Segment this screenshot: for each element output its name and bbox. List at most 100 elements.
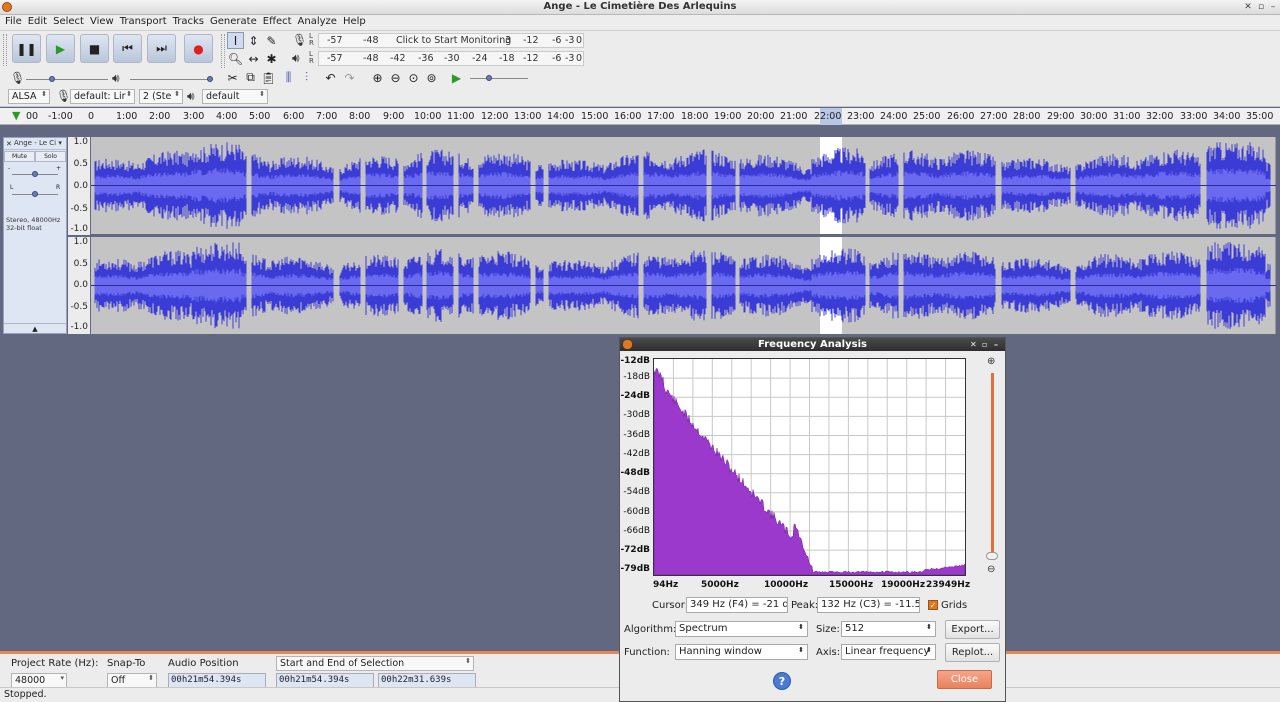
dialog-close-icon[interactable]: ✕ [970, 338, 977, 351]
zoom-in-icon[interactable]: ⊕ [369, 69, 386, 86]
gain-slider-knob[interactable] [32, 171, 38, 177]
undo-icon[interactable]: ↶ [322, 69, 339, 86]
toolbar-grip[interactable] [3, 34, 7, 66]
timeline-ruler[interactable]: ▼ 00 -1:00 0 1:00 2:00 3:00 4:00 5:00 6:00 7:00 8:… [0, 108, 1280, 125]
help-button[interactable]: ? [773, 672, 791, 690]
vertical-zoom-knob[interactable] [986, 552, 998, 560]
waveform-channel-right[interactable] [90, 237, 1276, 334]
timeshift-tool-icon[interactable]: ↔ [245, 50, 262, 67]
draw-tool-icon[interactable]: ✎ [263, 32, 280, 49]
menu-help[interactable]: Help [341, 15, 370, 30]
cut-icon[interactable]: ✂ [224, 69, 241, 86]
selection-end-time[interactable]: 00h22m31.639s [378, 673, 476, 688]
menu-view[interactable]: View [88, 15, 118, 30]
stop-button[interactable]: ■ [80, 34, 109, 63]
waveform-channel-left[interactable] [90, 137, 1276, 234]
menu-select[interactable]: Select [51, 15, 88, 30]
ruler-tick-label: 31:00 [1113, 111, 1141, 122]
play-button[interactable]: ▶ [46, 34, 75, 63]
fit-project-icon[interactable]: ⊚ [423, 69, 440, 86]
dialog-minimize-icon[interactable]: – [994, 338, 998, 351]
play-at-speed-icon[interactable]: ▶ [448, 69, 465, 86]
menu-analyze[interactable]: Analyze [296, 15, 341, 30]
ruler-tick-label: 10:00 [414, 111, 442, 122]
channels-select[interactable]: 2 (Ste ⬍ [139, 89, 183, 104]
fit-selection-icon[interactable]: ⊙ [405, 69, 422, 86]
peak-field[interactable]: 132 Hz (C3) = -11.5 dB [817, 597, 920, 613]
solo-button[interactable]: Solo [35, 151, 66, 162]
playback-device-select[interactable]: default ⬍ [202, 89, 268, 104]
silence-audio-icon[interactable]: ⫶ [298, 69, 315, 86]
zoom-out-icon[interactable]: ⊖ [987, 564, 995, 575]
menu-edit[interactable]: Edit [26, 15, 51, 30]
audio-position-time[interactable]: 00h21m54.394s [168, 673, 266, 688]
pan-left-label: L [10, 184, 14, 191]
playhead-pin-icon[interactable]: ▼ [12, 109, 20, 122]
playback-meter[interactable]: -57 -48 -42 -36 -30 -24 -18 -12 -6 -3 0 [318, 51, 584, 66]
selection-tool-icon[interactable]: I [227, 32, 244, 49]
axis-select[interactable]: Linear frequency ⬍ [841, 644, 936, 660]
record-meter-mic-icon[interactable]: 🎙︎ [292, 33, 307, 47]
record-volume-knob[interactable] [49, 76, 55, 82]
mute-button[interactable]: Mute [4, 151, 35, 162]
spectrum-y-label: -72dB [620, 545, 650, 555]
size-select[interactable]: 512 ⬍ [841, 621, 936, 637]
track-name-menu[interactable]: Ange - Le Ci ▾ [4, 139, 66, 150]
function-select[interactable]: Hanning window ⬍ [675, 644, 808, 660]
record-volume-slider[interactable] [26, 79, 108, 80]
menu-effect[interactable]: Effect [261, 15, 296, 30]
grids-checkbox[interactable]: ✓ [928, 600, 938, 610]
skip-to-start-button[interactable]: ⏮ [113, 34, 142, 63]
recording-device-mic-icon: 🎙︎ [56, 89, 72, 103]
zoom-out-icon[interactable]: ⊖ [387, 69, 404, 86]
pan-slider-knob[interactable] [32, 191, 38, 197]
skip-to-end-button[interactable]: ⏭ [147, 34, 176, 63]
playback-volume-knob[interactable] [207, 76, 213, 82]
export-button[interactable]: Export... [945, 620, 1000, 639]
project-rate-value: 48000 [15, 675, 46, 686]
multi-tool-icon[interactable]: ✱ [263, 50, 280, 67]
project-rate-select[interactable]: 48000 ▾ [11, 673, 67, 688]
ruler-tick-label: 6:00 [283, 111, 305, 122]
play-at-speed-knob[interactable] [486, 75, 492, 81]
copy-icon[interactable]: ⧉ [242, 69, 259, 86]
menu-transport[interactable]: Transport [118, 15, 171, 30]
record-button[interactable]: ● [184, 34, 213, 63]
envelope-tool-icon[interactable]: ⇕ [245, 32, 262, 49]
algorithm-select[interactable]: Spectrum ⬍ [675, 621, 808, 637]
maximize-window-icon[interactable]: ▫ [1255, 1, 1267, 13]
tools-grip[interactable] [221, 34, 225, 68]
selection-start-time[interactable]: 00h21m54.394s [276, 673, 374, 688]
replot-button[interactable]: Replot... [945, 643, 1000, 662]
paste-icon[interactable]: 📋︎ [260, 69, 277, 86]
minimize-window-icon[interactable]: – [1267, 1, 1279, 13]
menu-file[interactable]: File [3, 15, 26, 30]
play-at-speed-slider[interactable] [470, 78, 528, 79]
rec-tick: -48 [363, 35, 379, 46]
menu-generate[interactable]: Generate [208, 15, 261, 30]
vertical-zoom-slider[interactable] [991, 373, 994, 558]
zoom-tool-icon[interactable]: 🔍︎ [227, 50, 244, 67]
snap-to-select[interactable]: Off ⬍ [107, 673, 157, 688]
playback-volume-slider[interactable] [130, 79, 212, 80]
ruler-tick-label: 17:00 [647, 111, 675, 122]
close-button[interactable]: Close [937, 670, 992, 689]
audio-host-select[interactable]: ALSA ⬍ [8, 89, 50, 104]
selection-mode-select[interactable]: Start and End of Selection ⬍ [276, 656, 474, 671]
recording-device-select[interactable]: default: Lir ⬍ [70, 89, 135, 104]
spectrum-plot[interactable] [653, 358, 966, 576]
zoom-in-icon[interactable]: ⊕ [987, 356, 995, 367]
pause-button[interactable]: ❚❚ [12, 34, 41, 63]
redo-icon[interactable]: ↷ [341, 69, 358, 86]
record-meter[interactable]: -57 -48 Click to Start Monitoring 3 -12 … [318, 33, 584, 48]
dialog-maximize-icon[interactable]: ▫ [982, 338, 987, 351]
play-meter-speaker-icon[interactable]: 🔊︎ [292, 51, 300, 66]
click-to-monitor-text[interactable]: Click to Start Monitoring [396, 35, 511, 46]
vertical-scale-ch1[interactable]: 1.0 0.5 0.0 -0.5 -1.0 [68, 137, 90, 235]
close-window-icon[interactable]: ✕ [1242, 1, 1254, 13]
trim-audio-icon[interactable]: ⫼ [280, 69, 297, 86]
collapse-track-icon[interactable]: ▲ [4, 323, 66, 333]
vertical-scale-ch2[interactable]: 1.0 0.5 0.0 -0.5 -1.0 [68, 237, 90, 334]
menu-tracks[interactable]: Tracks [171, 15, 208, 30]
cursor-field[interactable]: 349 Hz (F4) = -21 dB [686, 597, 788, 613]
